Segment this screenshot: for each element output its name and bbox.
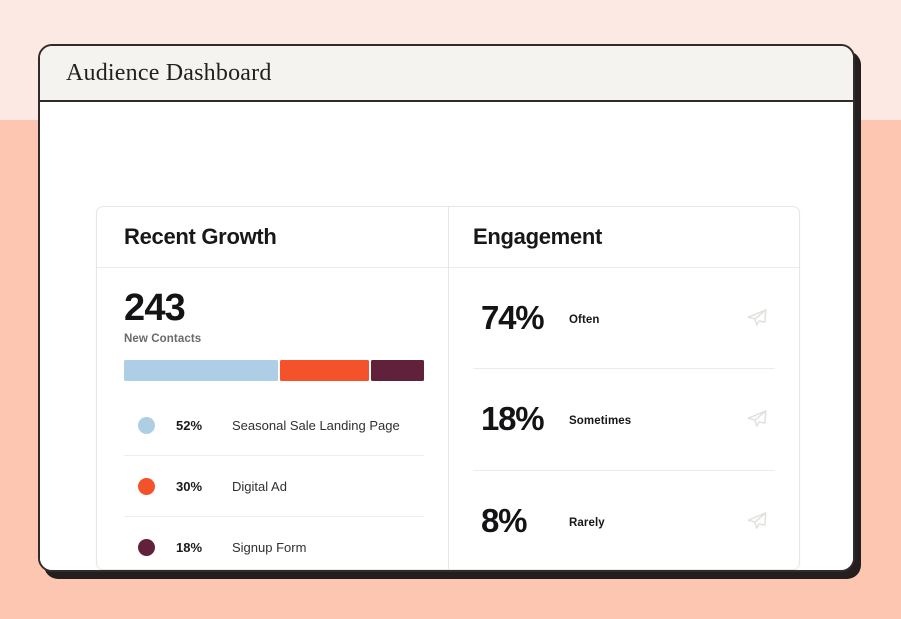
list-item[interactable]: 52% Seasonal Sale Landing Page xyxy=(124,395,424,457)
legend-color-dot xyxy=(138,538,155,556)
window-content: Recent Growth 243 New Contacts 52% Seaso… xyxy=(40,102,853,570)
panel-recent-growth: Recent Growth 243 New Contacts 52% Seaso… xyxy=(97,207,449,569)
legend-color-dot xyxy=(138,477,155,495)
paper-plane-icon[interactable] xyxy=(739,307,775,329)
engagement-label: Sometimes xyxy=(569,415,632,428)
new-contacts-label: New Contacts xyxy=(124,333,202,346)
panel-header-engagement: Engagement xyxy=(449,207,799,268)
legend-color-dot xyxy=(138,416,155,434)
list-item[interactable]: 30% Digital Ad xyxy=(124,456,424,518)
dashboard-card: Recent Growth 243 New Contacts 52% Seaso… xyxy=(96,206,800,570)
engagement-label: Often xyxy=(569,314,600,327)
list-item[interactable]: 18% Sometimes xyxy=(473,369,775,471)
engagement-percent: 18% xyxy=(481,400,545,438)
legend-percent: 52% xyxy=(176,417,203,433)
legend-source-label: Digital Ad xyxy=(232,478,287,494)
stacked-bar-segment-0 xyxy=(124,360,278,382)
legend-percent: 18% xyxy=(176,539,203,555)
growth-legend-list: 52% Seasonal Sale Landing Page 30% Digit… xyxy=(124,395,424,570)
engagement-detail: Often xyxy=(569,308,739,328)
engagement-percent: 8% xyxy=(481,501,527,539)
panel-body-engagement: 74% Often 18% Sometimes 8% Rarely xyxy=(449,268,799,570)
paper-plane-icon[interactable] xyxy=(739,408,775,430)
panel-body-recent-growth: 243 New Contacts 52% Seasonal Sale Landi… xyxy=(97,268,448,570)
legend-source-label: Signup Form xyxy=(232,539,307,555)
page-title: Audience Dashboard xyxy=(66,59,272,86)
window-titlebar: Audience Dashboard xyxy=(40,46,853,102)
engagement-detail: Rarely xyxy=(569,511,739,531)
engagement-detail: Sometimes xyxy=(569,409,739,429)
stacked-bar-chart xyxy=(124,360,424,382)
stacked-bar-segment-2 xyxy=(370,360,424,382)
panel-header-recent-growth: Recent Growth xyxy=(97,207,448,268)
paper-plane-icon[interactable] xyxy=(739,510,775,532)
app-window: Audience Dashboard Recent Growth 243 New… xyxy=(38,44,855,572)
new-contacts-value: 243 xyxy=(124,287,186,329)
legend-percent: 30% xyxy=(176,478,203,494)
panel-title-engagement: Engagement xyxy=(473,224,603,249)
legend-source-label: Seasonal Sale Landing Page xyxy=(232,417,400,433)
list-item[interactable]: 8% Rarely xyxy=(473,471,775,570)
engagement-label: Rarely xyxy=(569,516,605,529)
list-item[interactable]: 18% Signup Form xyxy=(124,517,424,570)
panel-engagement: Engagement 74% Often 18% Sometimes 8% Ra… xyxy=(449,207,799,569)
panel-title-recent-growth: Recent Growth xyxy=(124,224,277,249)
list-item[interactable]: 74% Often xyxy=(473,268,775,370)
stacked-bar-segment-1 xyxy=(279,360,369,382)
engagement-percent: 74% xyxy=(481,299,545,337)
